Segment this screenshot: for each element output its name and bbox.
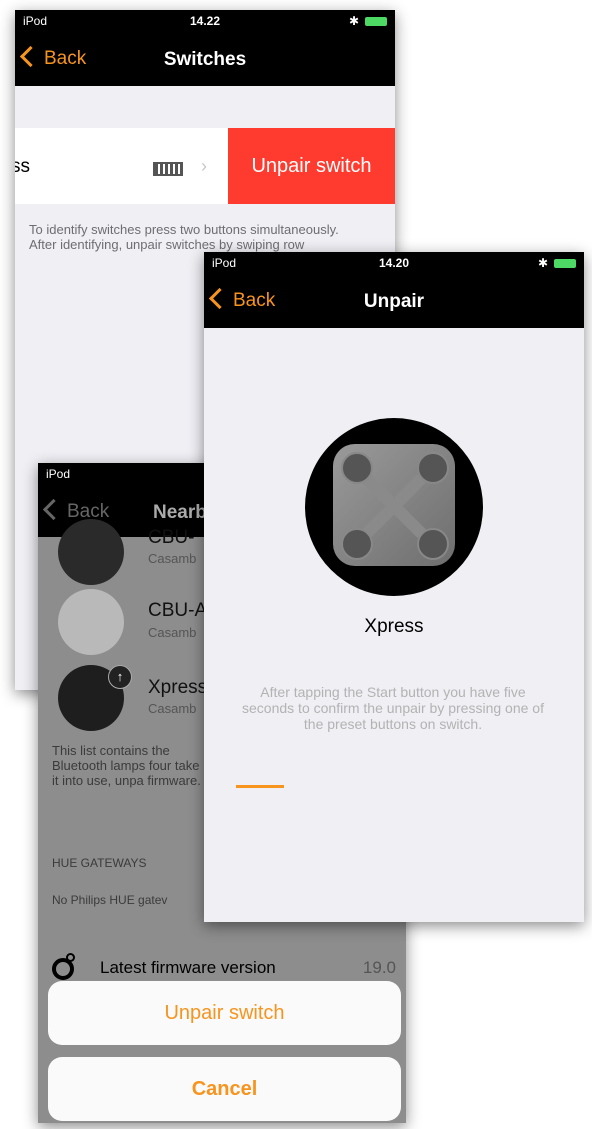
chevron-left-icon [42,499,65,521]
identify-hint: To identify switches press two buttons s… [29,222,339,252]
device-name: CBU- [148,527,195,548]
gear-small-icon [66,953,75,962]
unpair-switch-swipe-button[interactable]: Unpair switch [228,128,395,204]
switch-row[interactable]: ss › Unpair switch [15,128,395,204]
unpair-switch-button[interactable]: Unpair switch [48,981,401,1045]
device-name: Xpress [148,677,208,698]
list-info: This list contains the Bluetooth lamps f… [52,743,201,788]
page-title: Unpair [363,291,425,312]
battery-level-icon [153,162,183,176]
clock: 14.20 [378,256,410,270]
status-bar: iPod 14.22 ✱ [15,10,395,32]
cancel-button[interactable]: Cancel [48,1057,401,1121]
no-gateways-text: No Philips HUE gatev [52,893,168,907]
battery-icon: ✱ [349,14,387,28]
device-manufacturer: Casamb [148,551,197,566]
device-manufacturer: Casamb [148,701,197,716]
device-name: Xpress [364,616,424,637]
unpair-instruction: After tapping the Start button you have … [242,684,544,732]
clock: 14.22 [189,14,221,28]
section-header: HUE GATEWAYS [52,856,147,870]
device-manufacturer: Casamb [148,625,197,640]
firmware-update-icon: ↑ [108,665,132,689]
chevron-right-icon: › [201,156,207,176]
switch-name: ss [15,156,30,177]
xpress-switch-image [333,444,455,566]
page-title: Switches [163,49,247,70]
battery-icon: ✱ [538,256,576,270]
status-bar: iPod 14.20 ✱ [204,252,584,274]
unpair-screen: iPod 14.20 ✱ Back Unpair Xpress After ta… [204,252,584,922]
firmware-value: 19.0 [362,958,396,977]
progress-bar [236,785,284,788]
device-image-cbu [58,519,124,585]
firmware-row[interactable]: Latest firmware version 19.0 [38,953,406,983]
firmware-label: Latest firmware version [100,958,276,977]
switch-avatar [305,418,483,596]
carrier-label: iPod [46,467,71,481]
nav-bar: Back Switches [15,32,395,86]
nav-bar: Back Unpair [204,274,584,328]
device-image-cbu-a [58,589,124,655]
device-name: CBU-A [148,600,208,621]
